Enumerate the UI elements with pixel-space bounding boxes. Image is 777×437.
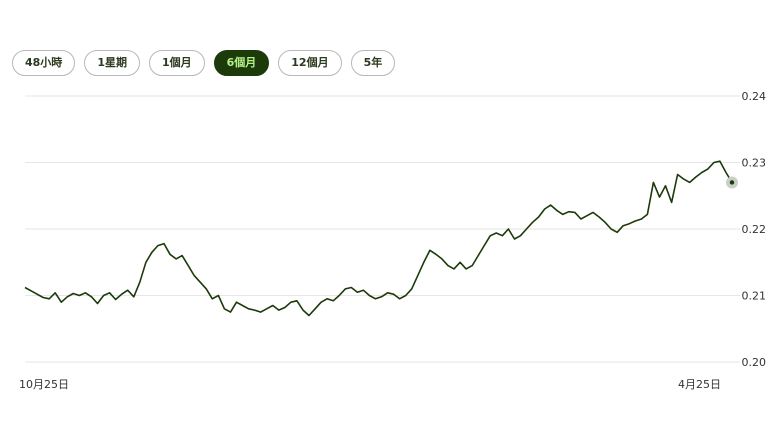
y-axis-ticks: 0.24 0.23 0.22 0.21 0.20: [742, 90, 767, 369]
price-line-chart: 0.24 0.23 0.22 0.21 0.20 10月25日 4月25日: [19, 90, 767, 391]
y-tick-label: 0.24: [742, 90, 767, 103]
y-tick-label: 0.21: [742, 290, 767, 303]
y-tick-label: 0.23: [742, 157, 767, 170]
series-line: [24, 160, 733, 317]
x-axis-ticks: 10月25日 4月25日: [19, 378, 721, 391]
y-tick-label: 0.20: [742, 356, 767, 369]
y-tick-label: 0.22: [742, 223, 767, 236]
x-tick-label: 4月25日: [678, 378, 721, 391]
grid-lines: [25, 95, 740, 363]
last-point-dot: [729, 180, 735, 185]
x-tick-label: 10月25日: [19, 378, 69, 391]
